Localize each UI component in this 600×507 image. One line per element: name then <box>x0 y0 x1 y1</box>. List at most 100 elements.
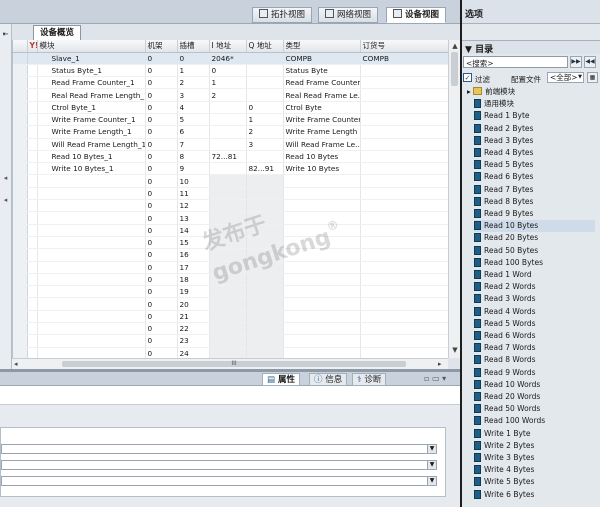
catalog-module-item[interactable]: Read 1 Word <box>474 269 595 281</box>
table-row[interactable]: Real Read Frame Length_1 0 3 2 Real Read Fra… <box>13 88 448 102</box>
table-row[interactable]: 0 19 <box>13 285 448 299</box>
catalog-module-item[interactable]: Read 3 Words <box>474 293 595 305</box>
cell-rack[interactable]: 0 <box>145 162 178 176</box>
cell-module[interactable] <box>37 236 146 250</box>
cell-i-address[interactable] <box>209 174 247 188</box>
cell-rack[interactable]: 0 <box>145 138 178 151</box>
cell-order-number[interactable] <box>360 322 448 336</box>
catalog-module-item[interactable]: Read 9 Bytes <box>474 208 595 220</box>
cell-module[interactable] <box>37 174 146 188</box>
cell-slot[interactable]: 22 <box>177 322 210 336</box>
cell-module[interactable] <box>37 334 146 348</box>
cell-type[interactable]: Write 10 Bytes <box>283 162 361 176</box>
search-next-icon[interactable]: ▶▶ <box>570 56 582 68</box>
window-controls-icon[interactable]: ▫ ▭ ▾ <box>424 374 446 383</box>
catalog-module-item[interactable]: Read 2 Words <box>474 281 595 293</box>
scroll-thumb-horizontal[interactable]: III <box>62 361 406 367</box>
cell-q-address[interactable] <box>246 297 284 311</box>
cell-module[interactable]: Read 10 Bytes_1 <box>37 150 146 164</box>
cell-rack[interactable]: 0 <box>145 150 178 164</box>
cell-order-number[interactable] <box>360 88 448 102</box>
catalog-module-item[interactable]: Read 1 Byte <box>474 110 595 122</box>
cell-type[interactable] <box>283 285 361 299</box>
cell-type[interactable]: Read 10 Bytes <box>283 150 361 164</box>
cell-module[interactable] <box>37 211 146 225</box>
cell-slot[interactable]: 11 <box>177 187 210 201</box>
cell-rack[interactable]: 0 <box>145 285 178 299</box>
filter-checkbox[interactable]: ✓ <box>463 73 472 82</box>
cell-i-address[interactable] <box>209 310 247 324</box>
catalog-module-item[interactable]: Read 5 Bytes <box>474 159 595 171</box>
table-row[interactable]: 0 20 <box>13 297 448 311</box>
cell-module[interactable]: Read Frame Counter_1 <box>37 76 146 90</box>
cell-rack[interactable]: 0 <box>145 52 178 65</box>
cell-order-number[interactable] <box>360 199 448 213</box>
cell-i-address[interactable]: 2 <box>209 88 247 102</box>
catalog-module-item[interactable]: Read 20 Bytes <box>474 232 595 244</box>
cell-slot[interactable]: 12 <box>177 199 210 213</box>
cell-order-number[interactable] <box>360 101 448 114</box>
cell-q-address[interactable] <box>246 150 284 164</box>
cell-type[interactable]: Ctrol Byte <box>283 101 361 114</box>
profile-select[interactable]: <全部> ▼ <box>547 72 584 83</box>
catalog-module-item[interactable]: Read 9 Words <box>474 367 595 379</box>
cell-slot[interactable]: 1 <box>177 64 210 78</box>
cell-i-address[interactable]: 1 <box>209 76 247 90</box>
cell-module[interactable]: Will Read Frame Length_1 <box>37 138 146 151</box>
table-row[interactable]: Write Frame Counter_1 0 5 1 Write Frame Coun… <box>13 113 448 127</box>
cell-rack[interactable]: 0 <box>145 322 178 336</box>
cell-q-address[interactable] <box>246 347 284 358</box>
catalog-module-item[interactable]: Read 7 Bytes <box>474 184 595 196</box>
cell-slot[interactable]: 6 <box>177 125 210 139</box>
catalog-module-item[interactable]: Read 50 Bytes <box>474 245 595 257</box>
cell-order-number[interactable]: COMPB <box>360 52 448 65</box>
catalog-module-item[interactable]: Write 2 Bytes <box>474 440 595 452</box>
cell-q-address[interactable] <box>246 76 284 90</box>
cell-order-number[interactable] <box>360 224 448 237</box>
cell-slot[interactable]: 17 <box>177 261 210 274</box>
cell-rack[interactable]: 0 <box>145 187 178 201</box>
cell-order-number[interactable] <box>360 285 448 299</box>
cell-slot[interactable]: 7 <box>177 138 210 151</box>
cell-rack[interactable]: 0 <box>145 334 178 348</box>
header-type[interactable]: 类型 <box>283 40 361 53</box>
cell-q-address[interactable] <box>246 174 284 188</box>
table-row[interactable]: 0 11 <box>13 187 448 201</box>
table-row[interactable]: 0 21 <box>13 310 448 324</box>
catalog-module-item[interactable]: Read 2 Bytes <box>474 123 595 135</box>
cell-q-address[interactable]: 3 <box>246 138 284 151</box>
cell-module[interactable] <box>37 347 146 358</box>
cell-type[interactable] <box>283 310 361 324</box>
cell-rack[interactable]: 0 <box>145 113 178 127</box>
cell-order-number[interactable] <box>360 248 448 262</box>
cell-slot[interactable]: 23 <box>177 334 210 348</box>
cell-module[interactable]: Real Read Frame Length_1 <box>37 88 146 102</box>
cell-slot[interactable]: 4 <box>177 101 210 114</box>
table-row[interactable]: Ctrol Byte_1 0 4 0 Ctrol Byte <box>13 101 448 114</box>
catalog-module-item[interactable]: Read 8 Words <box>474 354 595 366</box>
cell-rack[interactable]: 0 <box>145 88 178 102</box>
catalog-module-item[interactable]: Read 20 Words <box>474 391 595 403</box>
cell-slot[interactable]: 13 <box>177 211 210 225</box>
scroll-left-icon[interactable]: ◂ <box>14 360 18 368</box>
cell-slot[interactable]: 3 <box>177 88 210 102</box>
expand-icon[interactable]: ⇤ <box>0 30 11 39</box>
table-row[interactable]: 0 12 <box>13 199 448 213</box>
cell-module[interactable]: Slave_1 <box>37 52 146 65</box>
cell-slot[interactable]: 20 <box>177 297 210 311</box>
cell-q-address[interactable] <box>246 285 284 299</box>
cell-i-address[interactable] <box>209 334 247 348</box>
cell-rack[interactable]: 0 <box>145 261 178 274</box>
cell-module[interactable] <box>37 248 146 262</box>
header-order-number[interactable]: 订货号 <box>360 40 448 53</box>
cell-module[interactable] <box>37 322 146 336</box>
catalog-module-item[interactable]: Read 100 Bytes <box>474 257 595 269</box>
cell-rack[interactable]: 0 <box>145 347 178 358</box>
cell-q-address[interactable]: 1 <box>246 113 284 127</box>
cell-slot[interactable]: 9 <box>177 162 210 176</box>
cell-slot[interactable]: 16 <box>177 248 210 262</box>
cell-module[interactable] <box>37 224 146 237</box>
table-vertical-scrollbar[interactable]: ▲ ▼ <box>448 40 460 358</box>
cell-slot[interactable]: 0 <box>177 52 210 65</box>
cell-module[interactable] <box>37 273 146 287</box>
